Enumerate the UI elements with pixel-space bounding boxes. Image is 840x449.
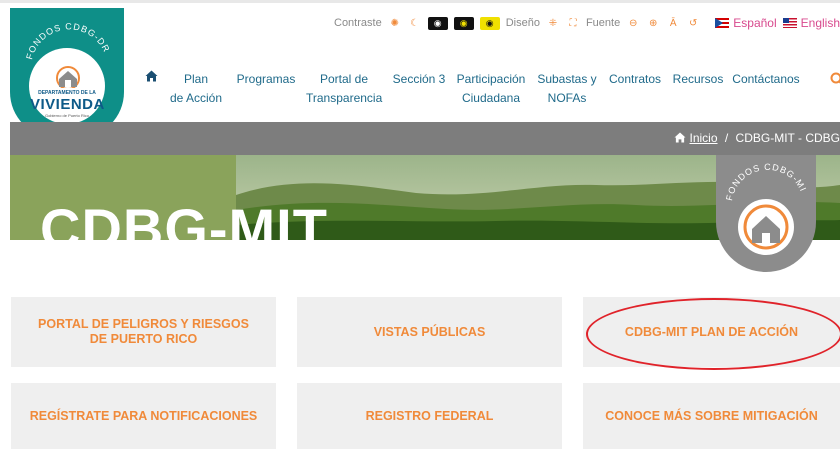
card-registrate-notificaciones[interactable]: REGÍSTRATE PARA NOTIFICACIONES xyxy=(11,383,276,449)
contrast-label: Contraste xyxy=(334,17,382,29)
us-flag-icon xyxy=(782,18,797,28)
eye-icon-dark[interactable]: ◉ xyxy=(427,16,448,30)
top-accent-line xyxy=(0,0,840,3)
nav-item-contactanos[interactable]: Contáctanos xyxy=(731,70,801,89)
nav-item-subastas-y-nofas[interactable]: Subastas y NOFAs xyxy=(535,70,599,108)
hero-title: CDBG-MIT xyxy=(40,197,328,240)
nav-label-line1: Programas xyxy=(236,72,296,86)
logo-vivienda-text: VIVIENDA xyxy=(30,96,105,113)
card-label: PORTAL DE PELIGROS Y RIESGOS DE PUERTO R… xyxy=(38,317,249,346)
sun-icon[interactable]: ✺ xyxy=(388,16,402,30)
nav-item-programas[interactable]: Programas xyxy=(234,70,298,89)
red-highlight-circle xyxy=(586,298,840,370)
font-decrease-icon[interactable]: ⊖ xyxy=(626,16,640,30)
nav-label-line2: Transparencia xyxy=(306,91,383,105)
cdbg-mit-badge: FONDOS CDBG-MIT xyxy=(713,147,816,272)
nav-label-line2: NOFAs xyxy=(547,91,587,105)
reset-icon[interactable]: ↺ xyxy=(686,16,700,30)
eye-icon-yellow-on-black[interactable]: ◉ xyxy=(453,16,474,30)
puerto-rico-flag-icon xyxy=(715,18,730,28)
nav-label-line1: Participación xyxy=(456,72,526,86)
nav-item-seccion-3[interactable]: Sección 3 xyxy=(391,70,447,89)
nav-label-line2: Ciudadana xyxy=(461,91,521,105)
english-label: English xyxy=(800,16,840,30)
breadcrumb-separator: / xyxy=(724,131,729,145)
card-label: CONOCE MÁS SOBRE MITIGACIÓN xyxy=(605,408,818,423)
main-navigation: Plan de Acción Programas Portal de Transpa… xyxy=(140,70,840,110)
nav-label-line2: de Acción xyxy=(169,91,223,105)
card-conoce-mitigacion[interactable]: CONOCE MÁS SOBRE MITIGACIÓN xyxy=(583,383,840,449)
nav-label-line1: Plan xyxy=(183,72,209,86)
card-registro-federal[interactable]: REGISTRO FEDERAL xyxy=(297,383,562,449)
breadcrumb: Inicio / CDBG-MIT - CDBG xyxy=(674,131,840,145)
design-label: Diseño xyxy=(505,17,540,29)
nav-label-line1: Recursos xyxy=(672,72,724,86)
nav-item-contratos[interactable]: Contratos xyxy=(605,70,665,89)
nav-item-portal-de-transparencia[interactable]: Portal de Transparencia xyxy=(306,70,382,108)
spanish-label: Español xyxy=(733,16,777,30)
home-icon[interactable] xyxy=(145,70,158,85)
nav-item-recursos[interactable]: Recursos xyxy=(670,70,726,89)
font-increase-icon[interactable]: ⊕ xyxy=(646,16,660,30)
nav-label-line1: Portal de xyxy=(319,72,369,86)
house-icon xyxy=(56,66,80,88)
font-size-icon[interactable]: Ā xyxy=(666,16,680,30)
search-icon[interactable] xyxy=(830,72,840,86)
breadcrumb-bar: Inicio / CDBG-MIT - CDBG xyxy=(10,122,840,155)
card-label: VISTAS PÚBLICAS xyxy=(373,324,486,339)
vivienda-logo[interactable]: FONDOS CDBG-DR DEPARTAMENTO DE LA VIVIEN… xyxy=(10,8,124,138)
card-portal-peligros[interactable]: PORTAL DE PELIGROS Y RIESGOS DE PUERTO R… xyxy=(11,297,276,367)
breadcrumb-home-link[interactable]: Inicio xyxy=(690,131,718,145)
nav-label-line1: Sección 3 xyxy=(392,72,446,86)
accessibility-toolbar: Contraste ✺ ☾ ◉ ◉ ◉ Diseño ⁜ ⛶ Fuente ⊖ … xyxy=(123,8,840,38)
logo-government-text: Gobierno de Puerto Rico xyxy=(44,113,90,118)
nav-item-plan-de-accion[interactable]: Plan de Acción xyxy=(166,70,226,108)
eye-icon-black-on-yellow[interactable]: ◉ xyxy=(479,16,500,30)
font-label: Fuente xyxy=(585,17,621,29)
expand-icon[interactable]: ⛶ xyxy=(566,16,580,30)
nav-label-line1: Subastas y xyxy=(537,72,597,86)
moon-icon[interactable]: ☾ xyxy=(408,16,422,30)
card-vistas-publicas[interactable]: VISTAS PÚBLICAS xyxy=(297,297,562,367)
language-english-link[interactable]: English xyxy=(782,16,840,30)
card-label: REGÍSTRATE PARA NOTIFICACIONES xyxy=(29,408,258,423)
nav-item-participacion-ciudadana[interactable]: Participación Ciudadana xyxy=(453,70,529,108)
breadcrumb-home-icon xyxy=(674,132,686,143)
svg-text:FONDOS CDBG-MIT: FONDOS CDBG-MIT xyxy=(716,155,808,202)
layout-icon[interactable]: ⁜ xyxy=(546,16,560,30)
nav-label-line1: Contratos xyxy=(608,72,662,86)
language-spanish-link[interactable]: Español xyxy=(715,16,777,30)
nav-label-line1: Contáctanos xyxy=(732,72,800,86)
breadcrumb-current: CDBG-MIT - CDBG xyxy=(735,131,840,145)
badge-graphic: FONDOS CDBG-MIT xyxy=(713,147,808,255)
card-label: REGISTRO FEDERAL xyxy=(365,408,494,423)
